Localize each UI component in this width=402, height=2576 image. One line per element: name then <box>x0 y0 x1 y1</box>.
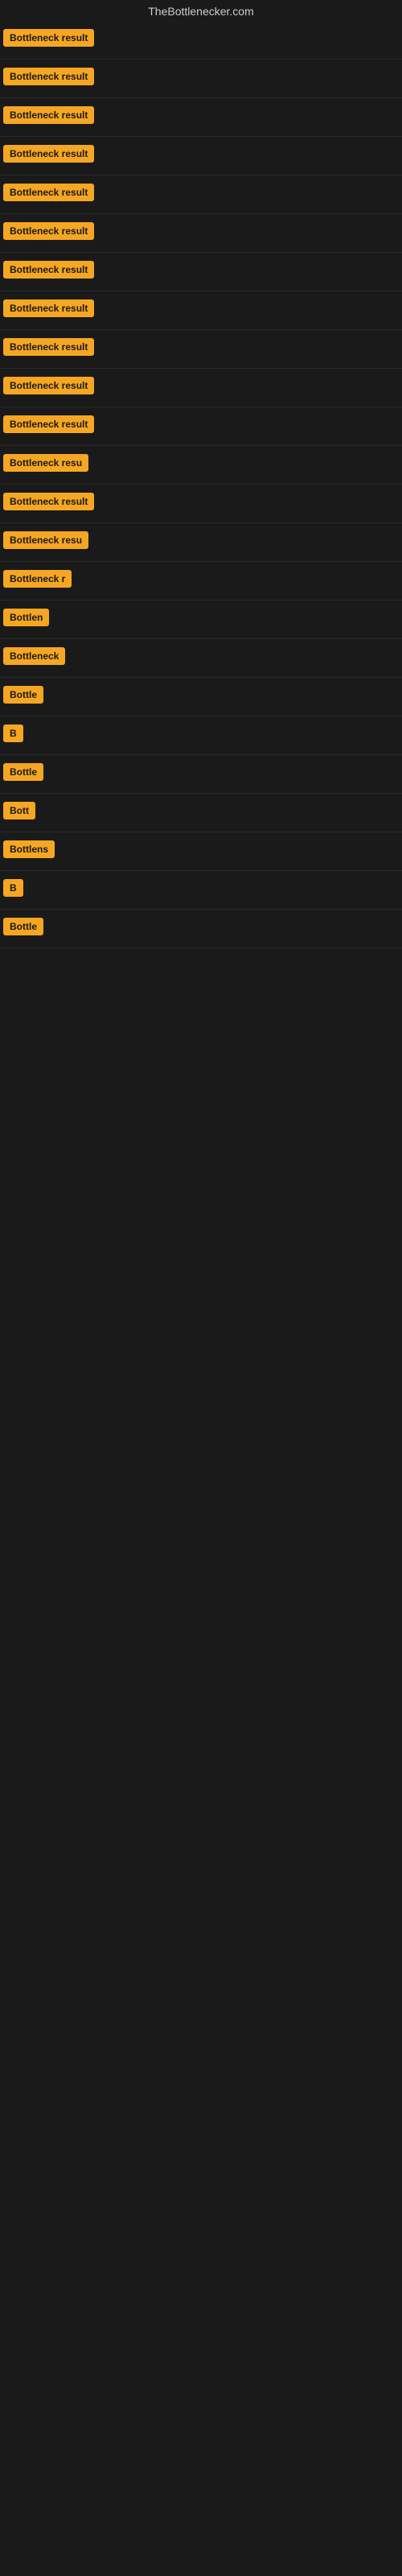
result-row-8: Bottleneck result <box>0 291 402 330</box>
bottleneck-badge-8[interactable]: Bottleneck result <box>3 299 94 317</box>
result-row-9: Bottleneck result <box>0 330 402 369</box>
result-row-20: Bottle <box>0 755 402 794</box>
result-row-11: Bottleneck result <box>0 407 402 446</box>
bottleneck-badge-19[interactable]: B <box>3 724 23 742</box>
result-row-14: Bottleneck resu <box>0 523 402 562</box>
result-row-19: B <box>0 716 402 755</box>
result-row-10: Bottleneck result <box>0 369 402 407</box>
bottleneck-badge-5[interactable]: Bottleneck result <box>3 184 94 201</box>
site-header: TheBottlenecker.com <box>0 0 402 21</box>
bottleneck-badge-7[interactable]: Bottleneck result <box>3 261 94 279</box>
site-title: TheBottlenecker.com <box>0 0 402 21</box>
result-row-4: Bottleneck result <box>0 137 402 175</box>
result-row-3: Bottleneck result <box>0 98 402 137</box>
result-row-5: Bottleneck result <box>0 175 402 214</box>
results-list: Bottleneck result Bottleneck result Bottle… <box>0 21 402 948</box>
bottleneck-badge-21[interactable]: Bott <box>3 802 35 819</box>
bottleneck-badge-18[interactable]: Bottle <box>3 686 43 704</box>
bottleneck-badge-2[interactable]: Bottleneck result <box>3 68 94 85</box>
result-row-18: Bottle <box>0 678 402 716</box>
result-row-13: Bottleneck result <box>0 485 402 523</box>
bottleneck-badge-17[interactable]: Bottleneck <box>3 647 65 665</box>
bottleneck-badge-12[interactable]: Bottleneck resu <box>3 454 88 472</box>
result-row-24: Bottle <box>0 910 402 948</box>
result-row-22: Bottlens <box>0 832 402 871</box>
result-row-1: Bottleneck result <box>0 21 402 60</box>
result-row-23: B <box>0 871 402 910</box>
bottleneck-badge-24[interactable]: Bottle <box>3 918 43 935</box>
bottleneck-badge-6[interactable]: Bottleneck result <box>3 222 94 240</box>
bottleneck-badge-14[interactable]: Bottleneck resu <box>3 531 88 549</box>
bottleneck-badge-10[interactable]: Bottleneck result <box>3 377 94 394</box>
result-row-16: Bottlen <box>0 601 402 639</box>
result-row-12: Bottleneck resu <box>0 446 402 485</box>
result-row-6: Bottleneck result <box>0 214 402 253</box>
bottleneck-badge-11[interactable]: Bottleneck result <box>3 415 94 433</box>
bottleneck-badge-16[interactable]: Bottlen <box>3 609 49 626</box>
result-row-2: Bottleneck result <box>0 60 402 98</box>
result-row-17: Bottleneck <box>0 639 402 678</box>
bottleneck-badge-23[interactable]: B <box>3 879 23 897</box>
bottleneck-badge-22[interactable]: Bottlens <box>3 840 55 858</box>
bottleneck-badge-4[interactable]: Bottleneck result <box>3 145 94 163</box>
bottleneck-badge-15[interactable]: Bottleneck r <box>3 570 72 588</box>
result-row-15: Bottleneck r <box>0 562 402 601</box>
bottleneck-badge-13[interactable]: Bottleneck result <box>3 493 94 510</box>
bottleneck-badge-9[interactable]: Bottleneck result <box>3 338 94 356</box>
bottleneck-badge-20[interactable]: Bottle <box>3 763 43 781</box>
bottleneck-badge-3[interactable]: Bottleneck result <box>3 106 94 124</box>
result-row-21: Bott <box>0 794 402 832</box>
result-row-7: Bottleneck result <box>0 253 402 291</box>
bottleneck-badge-1[interactable]: Bottleneck result <box>3 29 94 47</box>
